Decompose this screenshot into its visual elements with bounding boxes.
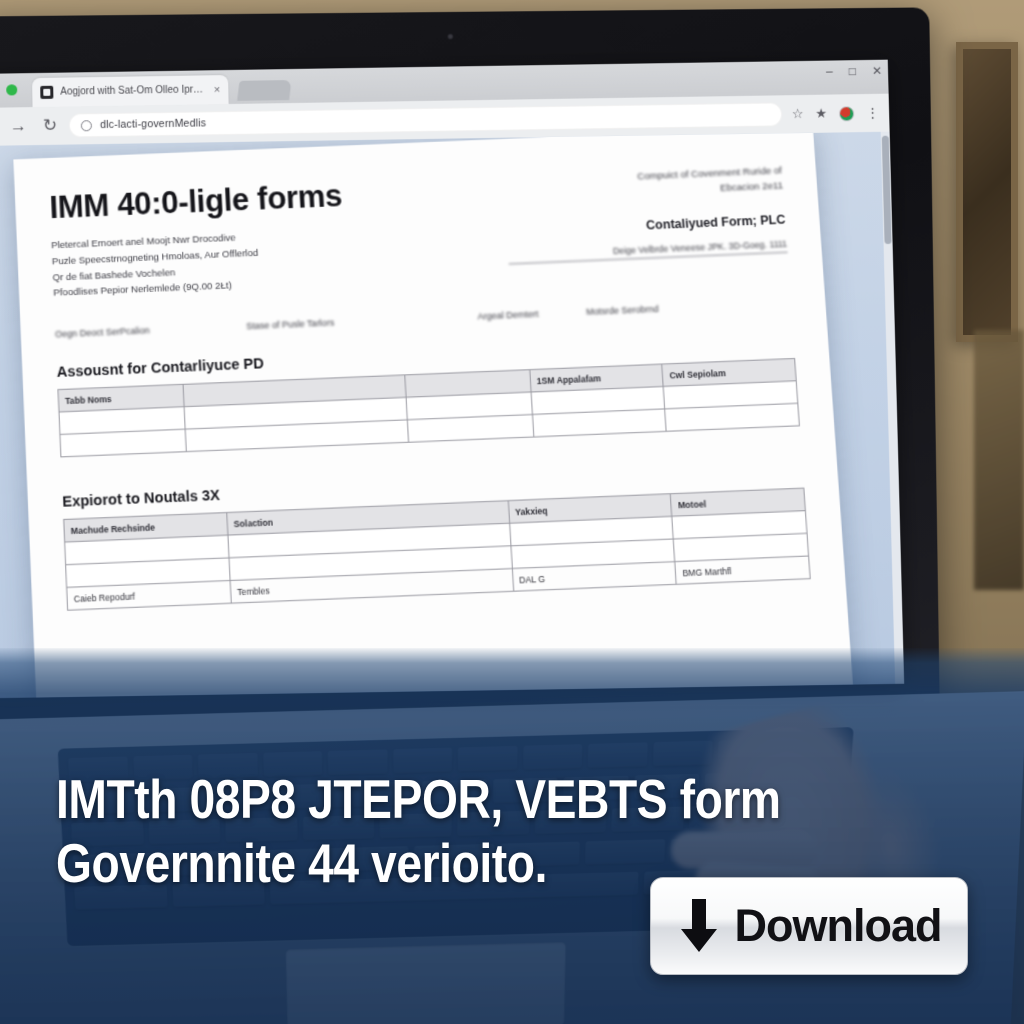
meta-field: Oegn Deoct SerPcalion <box>54 325 150 340</box>
toolbar-icons: ☆ ★ ⋮ <box>792 105 882 122</box>
form-name: Contaliyued Form; PLC <box>645 212 786 233</box>
table-cell <box>406 414 534 443</box>
maximize-dot[interactable] <box>6 84 18 96</box>
tab-title: Aogjord with Sat-Om Olleo Iprums <box>60 84 207 98</box>
document-title: IMM 40:0-ligle forms <box>48 177 343 226</box>
download-button[interactable]: Download <box>650 877 968 975</box>
extensions-icon[interactable]: ★ <box>815 106 827 122</box>
forward-arrow-icon[interactable]: → <box>10 116 27 136</box>
document-subtitle-block: Pletercal Ernoert anel Moojt Nwr Drocodi… <box>51 220 480 302</box>
window-close-button[interactable]: ✕ <box>872 64 882 78</box>
browser-window: Aogjord with Sat-Om Olleo Iprums × – □ ✕… <box>0 59 905 699</box>
table-cell: BMG Marthfl <box>675 556 811 585</box>
meta-field: Stase of Pusle Tarlors <box>246 317 335 332</box>
overflow-menu-icon[interactable]: ⋮ <box>866 105 879 121</box>
tab-favicon-icon <box>40 85 54 99</box>
reload-icon[interactable]: ↻ <box>43 116 58 136</box>
navigation-buttons: ← → ↻ <box>0 116 58 137</box>
window-traffic-lights[interactable] <box>0 84 18 96</box>
download-arrow-icon <box>680 899 717 952</box>
profile-avatar-icon[interactable] <box>838 105 855 121</box>
document-meta-row: Oegn Deoct SerPcalion Stase of Pusle Tar… <box>55 297 792 342</box>
download-button-label: Download <box>734 900 943 951</box>
new-tab-button[interactable] <box>237 80 292 101</box>
tab-close-icon[interactable]: × <box>214 84 221 96</box>
window-controls: – □ ✕ <box>826 64 882 79</box>
form-address-line: Deige Velbrde Veneese JPK. 3D-Goeg. 1111 <box>507 238 788 265</box>
trackpad[interactable] <box>285 942 566 1024</box>
meta-field: Argeal Demtert <box>477 309 539 322</box>
window-maximize-button[interactable]: □ <box>849 64 857 78</box>
bookmark-star-icon[interactable]: ☆ <box>792 106 804 122</box>
page-viewport: IMM 40:0-ligle forms Pletercal Ernoert a… <box>0 131 905 699</box>
window-minimize-button[interactable]: – <box>826 65 833 79</box>
scrollbar-thumb[interactable] <box>881 135 892 245</box>
site-info-icon[interactable] <box>81 119 93 131</box>
url-text: dlc-lacti-governMedlis <box>100 117 207 132</box>
pdf-document-page: IMM 40:0-ligle forms Pletercal Ernoert a… <box>13 131 857 699</box>
table-cell <box>59 429 187 458</box>
caption-line-1: IMTth 08P8 JTEPOR, VEBTS form <box>56 768 781 830</box>
browser-tab-active[interactable]: Aogjord with Sat-Om Olleo Iprums × <box>32 75 229 108</box>
webcam-icon <box>447 33 454 40</box>
address-bar[interactable]: dlc-lacti-governMedlis <box>68 102 783 138</box>
meta-field: Motsrde Serobrnd <box>585 304 659 318</box>
form-table-2: Machude Rechsinde Solaction Yakxieq Moto… <box>63 488 811 611</box>
document-header: IMM 40:0-ligle forms Pletercal Ernoert a… <box>49 159 789 302</box>
